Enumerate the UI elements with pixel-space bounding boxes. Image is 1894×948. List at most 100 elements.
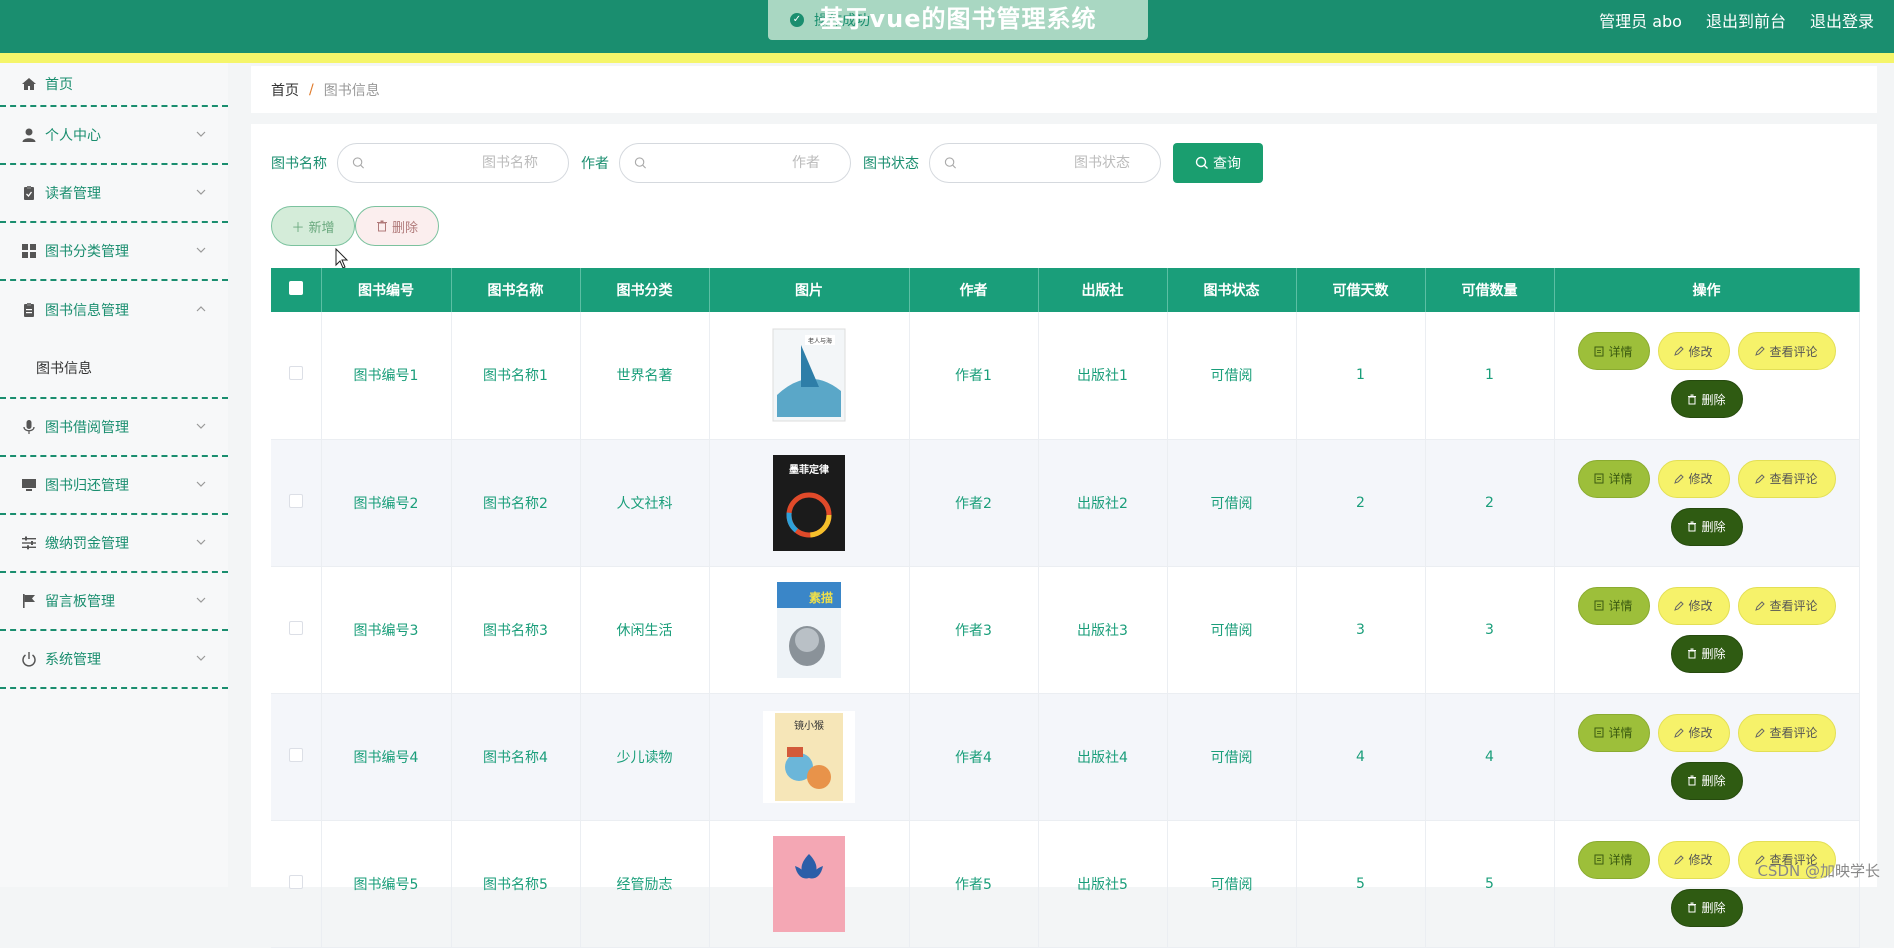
delete-button[interactable]: 删除 <box>1671 762 1743 800</box>
row-select-cell <box>271 566 321 693</box>
trash-icon <box>1687 648 1697 659</box>
row-select-cell <box>271 312 321 439</box>
document-icon <box>20 301 38 319</box>
edit-button[interactable]: 修改 <box>1658 587 1730 625</box>
row-select-cell <box>271 439 321 566</box>
book-cover-image[interactable] <box>759 834 859 934</box>
header-links: 管理员 abo 退出到前台 退出登录 <box>1599 0 1874 40</box>
mouse-cursor-icon <box>335 248 349 270</box>
breadcrumb-home[interactable]: 首页 <box>271 80 299 100</box>
cell-category: 少儿读物 <box>580 693 709 820</box>
row-checkbox[interactable] <box>289 875 303 889</box>
view-reviews-button[interactable]: 查看评论 <box>1738 587 1836 625</box>
sidebar-subitem-book-info[interactable]: 图书信息 <box>0 339 228 399</box>
sidebar-item-category[interactable]: 图书分类管理 <box>0 223 228 281</box>
edit-button[interactable]: 修改 <box>1658 460 1730 498</box>
book-status-input[interactable] <box>957 144 1146 182</box>
view-reviews-button[interactable]: 查看评论 <box>1738 714 1836 752</box>
search-button[interactable]: 查询 <box>1173 143 1263 183</box>
batch-delete-button[interactable]: 删除 <box>355 206 439 246</box>
cell-book-name: 图书名称4 <box>451 693 580 820</box>
search-form: 图书名称 作者 图书状态 查询 <box>271 143 1263 183</box>
sidebar-item-label: 读者管理 <box>45 183 101 203</box>
detail-button[interactable]: 详情 <box>1578 460 1650 498</box>
row-checkbox[interactable] <box>289 748 303 762</box>
edit-label: 修改 <box>1688 470 1712 487</box>
book-cover-image[interactable]: 老人与海 <box>759 325 859 425</box>
column-header: 图片 <box>709 268 909 312</box>
column-header: 可借天数 <box>1296 268 1425 312</box>
edit-button[interactable]: 修改 <box>1658 332 1730 370</box>
add-button[interactable]: ＋ 新增 <box>271 206 355 246</box>
author-input[interactable] <box>647 144 836 182</box>
cell-publisher: 出版社1 <box>1038 312 1167 439</box>
sidebar-item-label: 图书分类管理 <box>45 241 129 261</box>
sidebar-item-system[interactable]: 系统管理 <box>0 631 228 689</box>
table-row: 图书编号5 图书名称5 经管励志 作者5 出版社5 可借阅 5 5 详情 修改 <box>271 820 1859 947</box>
view-reviews-button[interactable]: 查看评论 <box>1738 460 1836 498</box>
sidebar-item-borrow[interactable]: 图书借阅管理 <box>0 399 228 457</box>
delete-label: 删除 <box>1701 391 1725 408</box>
delete-label: 删除 <box>1701 518 1725 535</box>
delete-label: 删除 <box>1701 645 1725 662</box>
cell-image <box>709 820 909 947</box>
sidebar-item-personal[interactable]: 个人中心 <box>0 107 228 165</box>
back-to-front-link[interactable]: 退出到前台 <box>1706 8 1786 32</box>
sidebar-item-fines[interactable]: 缴纳罚金管理 <box>0 515 228 573</box>
cell-quantity: 5 <box>1425 820 1554 947</box>
delete-label: 删除 <box>1701 899 1725 916</box>
row-checkbox[interactable] <box>289 494 303 508</box>
detail-button[interactable]: 详情 <box>1578 714 1650 752</box>
cell-operations: 详情 修改 查看评论 删除 <box>1554 820 1859 947</box>
logout-link[interactable]: 退出登录 <box>1810 8 1874 32</box>
delete-button[interactable]: 删除 <box>1671 635 1743 673</box>
cell-publisher: 出版社3 <box>1038 566 1167 693</box>
book-name-label: 图书名称 <box>271 153 327 173</box>
cell-book-name: 图书名称1 <box>451 312 580 439</box>
book-cover-image[interactable]: 素描 <box>759 580 859 680</box>
search-icon <box>944 156 957 170</box>
detail-button[interactable]: 详情 <box>1578 841 1650 879</box>
sidebar-item-label: 图书信息管理 <box>45 300 129 320</box>
book-status-field <box>929 143 1161 183</box>
sidebar-item-readers[interactable]: 读者管理 <box>0 165 228 223</box>
home-icon <box>20 75 38 93</box>
detail-button[interactable]: 详情 <box>1578 332 1650 370</box>
select-all-checkbox[interactable] <box>289 281 303 295</box>
row-checkbox[interactable] <box>289 621 303 635</box>
books-table: 图书编号 图书名称 图书分类 图片 作者 出版社 图书状态 可借天数 可借数量 … <box>271 268 1859 948</box>
cell-operations: 详情 修改 查看评论 删除 <box>1554 693 1859 820</box>
sidebar-item-book-info[interactable]: 图书信息管理 <box>0 281 228 339</box>
edit-button[interactable]: 修改 <box>1658 714 1730 752</box>
book-cover-image[interactable]: 镜小猴 <box>759 707 859 807</box>
book-cover-image[interactable]: 墨菲定律 <box>759 453 859 553</box>
delete-button[interactable]: 删除 <box>1671 508 1743 546</box>
chevron-down-icon <box>194 535 208 549</box>
book-name-input[interactable] <box>365 144 554 182</box>
sidebar-item-home[interactable]: 首页 <box>0 63 228 107</box>
sidebar-item-return[interactable]: 图书归还管理 <box>0 457 228 515</box>
trash-icon <box>1687 775 1697 786</box>
edit-button[interactable]: 修改 <box>1658 841 1730 879</box>
view-reviews-button[interactable]: 查看评论 <box>1738 332 1836 370</box>
cell-category: 经管励志 <box>580 820 709 947</box>
sidebar-item-label: 个人中心 <box>45 125 101 145</box>
sliders-icon <box>20 534 38 552</box>
add-button-label: 新增 <box>309 217 335 236</box>
cell-image: 老人与海 <box>709 312 909 439</box>
row-select-cell <box>271 693 321 820</box>
book-status-label: 图书状态 <box>863 153 919 173</box>
cell-book-id: 图书编号2 <box>321 439 451 566</box>
sidebar-item-label: 图书借阅管理 <box>45 417 129 437</box>
watermark: CSDN @加映学长 <box>1757 860 1880 881</box>
chevron-down-icon <box>194 243 208 257</box>
pencil-icon <box>1674 728 1684 738</box>
delete-button[interactable]: 删除 <box>1671 889 1743 927</box>
clipboard-icon <box>20 184 38 202</box>
delete-button[interactable]: 删除 <box>1671 380 1743 418</box>
row-checkbox[interactable] <box>289 366 303 380</box>
document-icon <box>1594 473 1604 484</box>
sidebar-item-messages[interactable]: 留言板管理 <box>0 573 228 631</box>
detail-button[interactable]: 详情 <box>1578 587 1650 625</box>
chevron-down-icon <box>194 127 208 141</box>
